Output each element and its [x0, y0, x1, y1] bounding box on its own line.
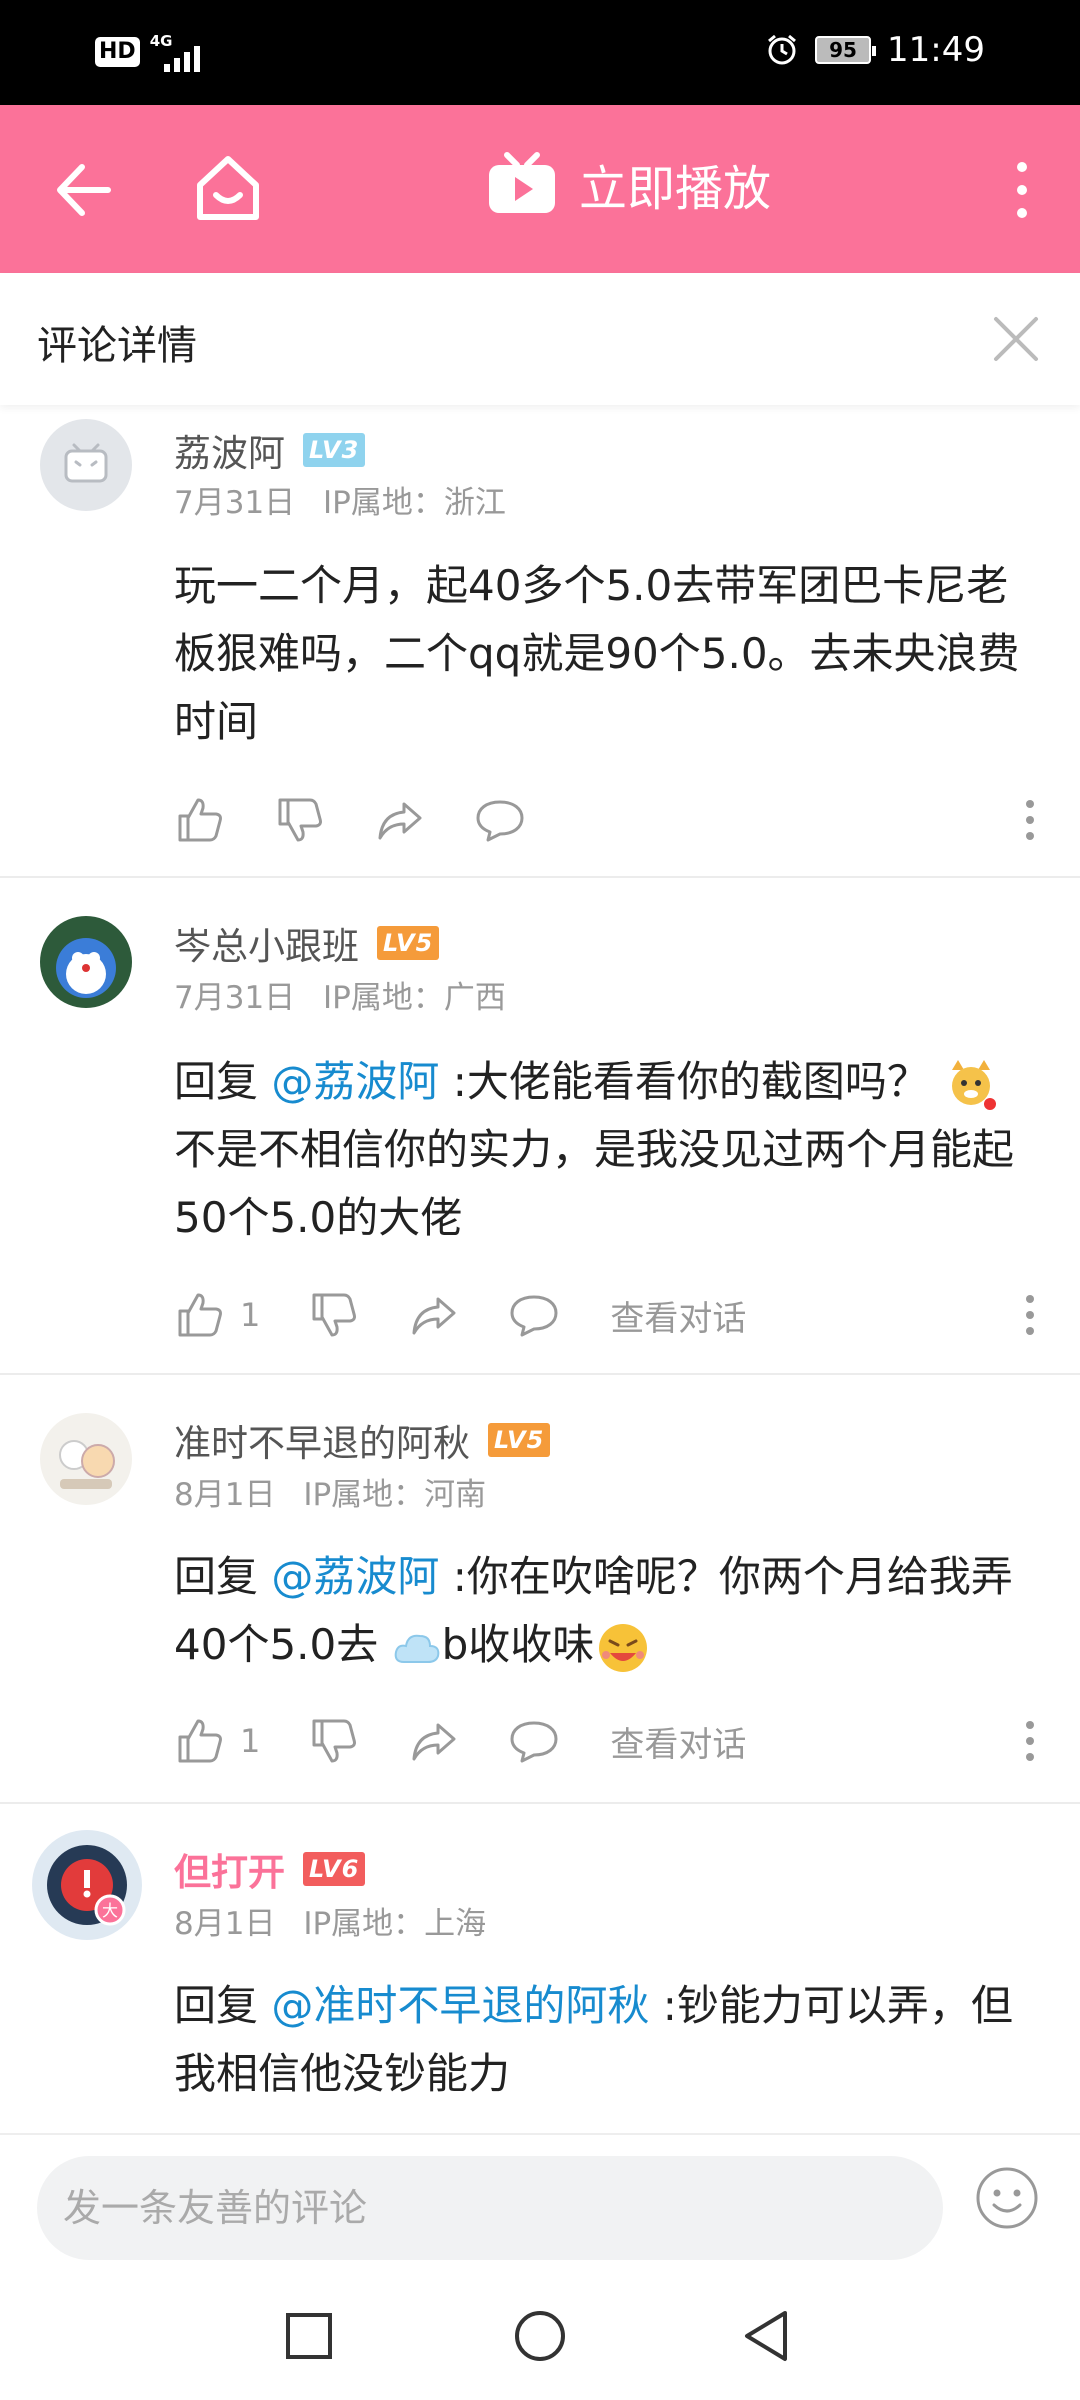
comment-meta: 7月31日 IP属地：浙江: [174, 477, 506, 522]
reply-text-continued: 不是不相信你的实力，是我没见过两个月能起50个5.0的大佬: [174, 1125, 1015, 1242]
comment-date: 8月1日: [174, 1906, 276, 1942]
comment-body: 回复 @荔波阿 :你在吹啥呢？你两个月给我弄40个5.0去 b收收味: [174, 1543, 1044, 1679]
share-icon[interactable]: [408, 1715, 460, 1767]
thumb-down-icon[interactable]: [308, 1289, 360, 1341]
tv-mascot-icon: [64, 443, 108, 483]
mention-link[interactable]: @荔波阿: [271, 1552, 439, 1601]
comment-input[interactable]: 发一条友善的评论: [37, 2156, 943, 2260]
system-nav-bar: [0, 2275, 1080, 2400]
laughing-face-emoji-icon: [599, 1623, 648, 1672]
comment-item: 大 但打开 LV6 8月1日 IP属地：上海 回复 @准时不早退的阿秋 :钞能力…: [0, 1804, 1080, 2133]
more-vertical-icon[interactable]: [1002, 155, 1042, 225]
thumb-up-icon[interactable]: [174, 1715, 226, 1767]
reply-text-continued: b收收味: [441, 1620, 595, 1669]
dog-flower-emoji-icon: [952, 1059, 997, 1110]
more-vertical-icon[interactable]: [1020, 1289, 1040, 1341]
avatar-image: [59, 1440, 115, 1489]
ip-location: IP属地：浙江: [323, 485, 506, 521]
ip-location: IP属地：河南: [303, 1477, 487, 1513]
share-icon[interactable]: [408, 1289, 460, 1341]
thumb-down-icon[interactable]: [308, 1715, 360, 1767]
view-conversation-link[interactable]: 查看对话: [610, 1717, 746, 1766]
username[interactable]: 但打开: [174, 1842, 285, 1896]
comment-item: 岑总小跟班 LV5 7月31日 IP属地：广西 回复 @荔波阿 :大佬能看看你的…: [0, 878, 1080, 1375]
nav-circle-icon[interactable]: [509, 2305, 571, 2367]
reply-prefix: 回复: [174, 1057, 272, 1106]
back-arrow-icon[interactable]: [48, 155, 118, 225]
avatar-image: 大: [47, 1845, 127, 1926]
comment-bubble-icon[interactable]: [508, 1715, 560, 1767]
status-bar: HD 4G 95 11:49: [0, 0, 1080, 105]
svg-text:大: 大: [102, 1901, 118, 1920]
comment-list[interactable]: 荔波阿 LV3 7月31日 IP属地：浙江 玩一二个月，起40多个5.0去带军团…: [0, 405, 1080, 2133]
comment-item: 准时不早退的阿秋 LV5 8月1日 IP属地：河南 回复 @荔波阿 :你在吹啥呢…: [0, 1375, 1080, 1804]
signal-icon: 4G: [150, 30, 214, 74]
username[interactable]: 荔波阿: [174, 423, 285, 477]
reply-prefix: 回复: [174, 1981, 272, 2030]
level-badge: LV3: [303, 433, 366, 467]
level-badge: LV6: [303, 1852, 366, 1886]
top-app-bar: 立即播放: [0, 105, 1080, 273]
avatar[interactable]: [40, 419, 132, 511]
mention-link[interactable]: @荔波阿: [271, 1057, 439, 1106]
more-vertical-icon[interactable]: [1020, 794, 1040, 846]
level-badge: LV5: [377, 926, 440, 960]
comment-bubble-icon[interactable]: [474, 794, 526, 846]
comment-meta: 8月1日 IP属地：上海: [174, 1898, 486, 1943]
reply-prefix: 回复: [174, 1552, 272, 1601]
play-now-label: 立即播放: [579, 161, 772, 217]
close-icon[interactable]: [990, 313, 1042, 365]
page-title: 评论详情: [37, 323, 197, 369]
ip-location: IP属地：上海: [303, 1906, 487, 1942]
comment-date: 7月31日: [174, 485, 296, 521]
level-badge: LV5: [488, 1423, 551, 1457]
alarm-icon: [768, 34, 796, 65]
comment-body: 回复 @准时不早退的阿秋 :钞能力可以弄，但我相信他没钞能力: [174, 1972, 1044, 2108]
comment-body: 玩一二个月，起40多个5.0去带军团巴卡尼老板狠难吗，二个qq就是90个5.0。…: [174, 561, 1020, 746]
avatar[interactable]: 大: [32, 1830, 142, 1940]
comment-item: 荔波阿 LV3 7月31日 IP属地：浙江 玩一二个月，起40多个5.0去带军团…: [0, 405, 1080, 878]
comment-meta: 7月31日 IP属地：广西: [174, 972, 506, 1017]
comment-input-bar: 发一条友善的评论: [0, 2133, 1080, 2275]
nav-triangle-icon[interactable]: [737, 2305, 799, 2367]
thumb-up-icon[interactable]: [174, 794, 226, 846]
clock: 11:49: [887, 30, 985, 70]
comment-bubble-icon[interactable]: [508, 1289, 560, 1341]
avatar-image: [56, 938, 116, 998]
comment-detail-header: 评论详情: [0, 273, 1080, 405]
battery-icon: 95: [815, 36, 877, 64]
play-now-button[interactable]: 立即播放: [487, 149, 771, 219]
comment-date: 8月1日: [174, 1477, 276, 1513]
thumb-down-icon[interactable]: [274, 794, 326, 846]
smile-icon[interactable]: [974, 2165, 1040, 2231]
more-vertical-icon[interactable]: [1020, 1715, 1040, 1767]
like-count: 1: [240, 1296, 261, 1334]
comment-body: 回复 @荔波阿 :大佬能看看你的截图吗？ 不是不相信你的实力，是我没见过两个月能…: [174, 1048, 1044, 1252]
thumb-up-icon[interactable]: [174, 1289, 226, 1341]
comment-meta: 8月1日 IP属地：河南: [174, 1469, 486, 1514]
username[interactable]: 准时不早退的阿秋: [174, 1413, 470, 1467]
tv-icon: [489, 152, 555, 213]
avatar[interactable]: [40, 916, 132, 1008]
share-icon[interactable]: [374, 794, 426, 846]
username[interactable]: 岑总小跟班: [174, 916, 359, 970]
hd-badge: HD: [95, 37, 140, 67]
reply-text: :大佬能看看你的截图吗？: [439, 1057, 929, 1106]
home-icon[interactable]: [190, 151, 266, 227]
cloud-emoji-icon: [394, 1634, 439, 1663]
ip-location: IP属地：广西: [323, 980, 506, 1016]
mention-link[interactable]: @准时不早退的阿秋: [271, 1981, 649, 2030]
nav-square-icon[interactable]: [278, 2305, 340, 2367]
like-count: 1: [240, 1722, 261, 1760]
comment-date: 7月31日: [174, 980, 296, 1016]
view-conversation-link[interactable]: 查看对话: [610, 1291, 746, 1340]
avatar[interactable]: [40, 1413, 132, 1505]
